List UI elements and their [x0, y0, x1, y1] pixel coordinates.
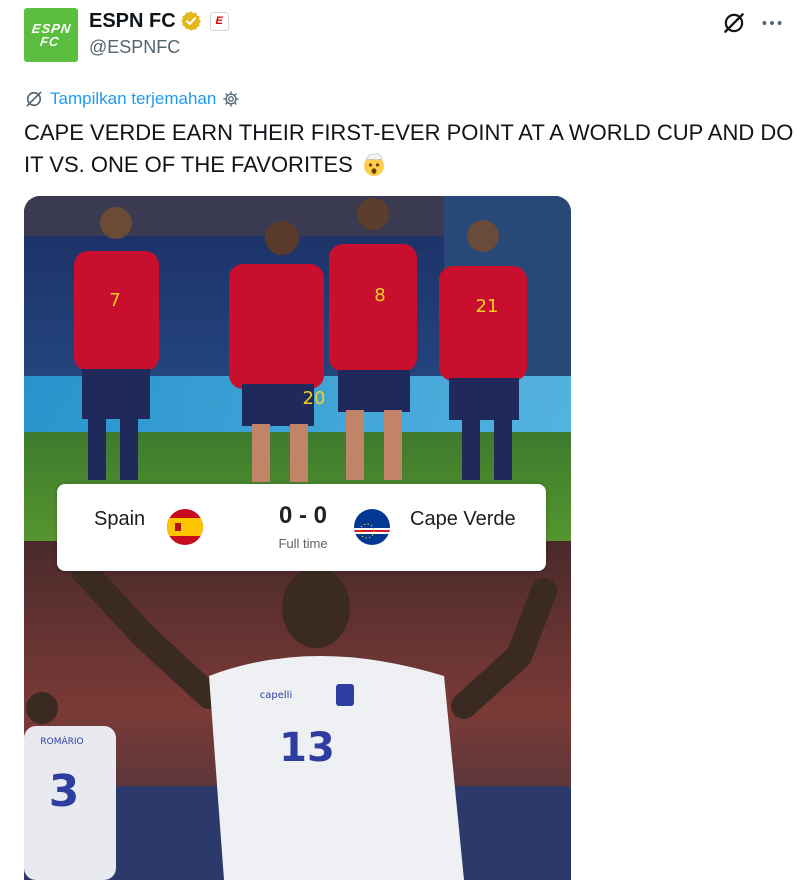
verified-badge-icon[interactable]	[180, 10, 202, 32]
tweet-text: CAPE VERDE EARN THEIR FIRST-EVER POINT A…	[24, 117, 794, 181]
score-card[interactable]: Spain 0 - 0 Full time Cape Verde	[57, 484, 546, 571]
home-team-name: Spain	[94, 508, 146, 530]
exploding-head-emoji-icon	[363, 153, 384, 176]
display-name[interactable]: ESPN FC	[89, 10, 176, 33]
svg-text:capelli: capelli	[260, 690, 292, 701]
match-status: Full time	[278, 536, 328, 551]
translate-icon	[26, 91, 42, 107]
translate-link[interactable]: Tampilkan terjemahan	[24, 87, 240, 111]
grok-icon[interactable]	[721, 10, 747, 36]
spain-flag-icon	[167, 509, 203, 545]
account-avatar[interactable]: ESPN FC	[24, 8, 78, 62]
svg-text:8: 8	[374, 285, 385, 306]
svg-text:21: 21	[476, 296, 499, 317]
tweet-body: CAPE VERDE EARN THEIR FIRST-EVER POINT A…	[24, 120, 794, 177]
away-team-name: Cape Verde	[410, 508, 516, 530]
avatar-logo: ESPN FC	[31, 21, 73, 49]
match-score: 0 - 0	[278, 502, 328, 529]
svg-text:7: 7	[109, 290, 120, 311]
svg-text:13: 13	[279, 725, 335, 771]
cape-verde-flag-icon	[354, 509, 390, 545]
svg-text:20: 20	[303, 388, 326, 409]
settings-gear-icon[interactable]	[222, 90, 240, 108]
affiliate-badge-label: E	[215, 15, 223, 27]
more-options-icon[interactable]	[759, 10, 785, 36]
handle[interactable]: @ESPNFC	[89, 37, 180, 58]
translate-label: Tampilkan terjemahan	[50, 89, 217, 108]
svg-text:3: 3	[49, 766, 80, 817]
affiliate-badge[interactable]: E	[209, 11, 229, 31]
name-row: ESPN FC E	[89, 9, 229, 33]
svg-text:ROMÁRIO: ROMÁRIO	[40, 735, 83, 747]
